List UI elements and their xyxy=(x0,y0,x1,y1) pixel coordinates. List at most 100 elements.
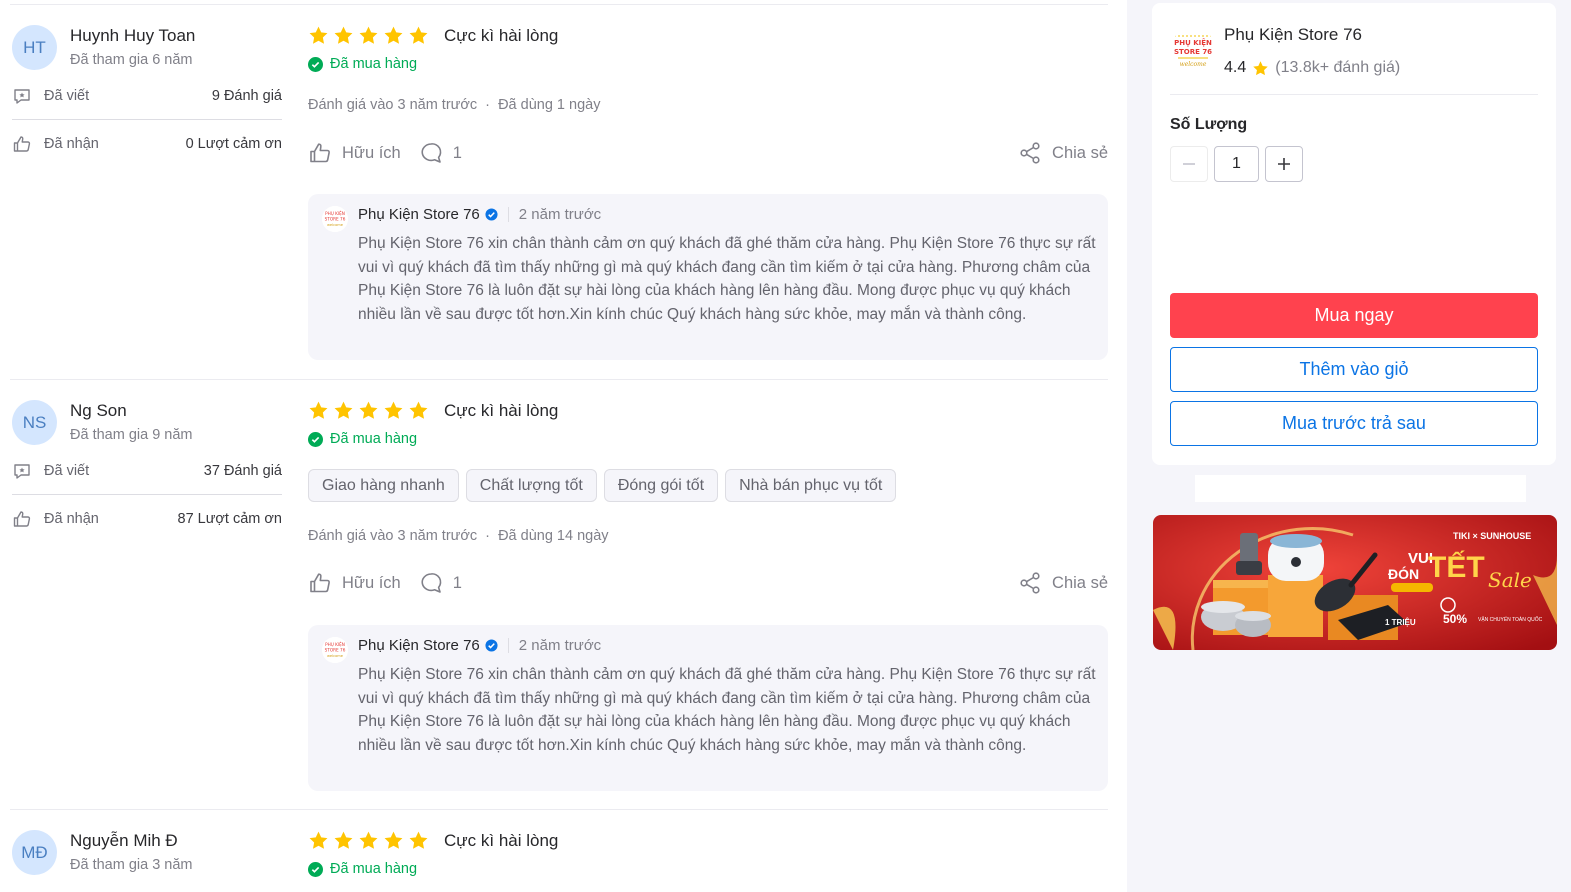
svg-text:PHỤ KIỆN: PHỤ KIỆN xyxy=(325,211,345,216)
received-stat: Đã nhận 0 Lượt cảm ơn xyxy=(12,133,282,155)
banner-ship: VẬN CHUYỂN TOÀN QUỐC xyxy=(1478,616,1543,623)
share-button[interactable]: Chia sẻ xyxy=(1018,571,1108,595)
reply-time: 2 năm trước xyxy=(518,206,602,223)
buy-now-pay-later-button[interactable]: Mua trước trả sau xyxy=(1170,401,1538,446)
buy-now-button[interactable]: Mua ngay xyxy=(1170,293,1538,338)
star-icon xyxy=(359,401,378,419)
logo-text: welcome xyxy=(1180,61,1207,68)
share-icon xyxy=(1020,142,1040,164)
divider xyxy=(12,494,282,495)
reviewer-joined: Đã tham gia 3 năm xyxy=(70,857,193,873)
star-icon xyxy=(384,831,403,849)
helpful-button[interactable]: Hữu ích xyxy=(308,141,401,165)
divider xyxy=(1170,94,1538,95)
star-icon xyxy=(309,26,328,44)
helpful-label: Hữu ích xyxy=(342,143,401,162)
purchased-badge: Đã mua hàng xyxy=(308,861,417,877)
rating-stars xyxy=(308,400,429,421)
review-written-icon xyxy=(12,461,32,481)
review-written-icon xyxy=(12,86,32,106)
written-label: Đã viết xyxy=(44,463,90,479)
comment-button[interactable]: 1 xyxy=(419,571,462,595)
written-stat: Đã viết 37 Đánh giá xyxy=(12,460,282,482)
seller-card: PHỤ KIỆN STORE 76 welcome Phụ Kiện Store… xyxy=(1152,3,1556,465)
star-icon xyxy=(334,26,353,44)
reply-text: Phụ Kiện Store 76 xin chân thành cảm ơn … xyxy=(358,666,1096,754)
divider xyxy=(10,4,1108,5)
share-label: Chia sẻ xyxy=(1052,573,1108,592)
review-actions: Hữu ích 1 Chia sẻ xyxy=(308,139,1108,167)
svg-text:STORE 76: STORE 76 xyxy=(325,217,346,222)
reviewer-joined: Đã tham gia 9 năm xyxy=(70,427,193,443)
banner-brand: TIKI × SUNHOUSE xyxy=(1453,531,1531,541)
decrease-button[interactable] xyxy=(1170,146,1208,182)
share-icon xyxy=(1020,572,1040,594)
divider xyxy=(12,119,282,120)
rating-stars xyxy=(308,25,429,46)
written-value: 37 Đánh giá xyxy=(203,463,282,479)
review-title: Cực kì hài lòng xyxy=(444,831,559,850)
purchased-badge: Đã mua hàng xyxy=(308,56,417,72)
received-label: Đã nhận xyxy=(44,136,99,152)
purchased-label: Đã mua hàng xyxy=(330,431,418,447)
avatar: HT xyxy=(12,25,57,70)
helpful-button[interactable]: Hữu ích xyxy=(308,571,401,595)
avatar: MĐ xyxy=(12,830,57,875)
add-to-cart-button[interactable]: Thêm vào giỏ xyxy=(1170,347,1538,392)
star-icon xyxy=(309,831,328,849)
quantity-label: Số Lượng xyxy=(1170,116,1248,133)
thumbs-up-icon xyxy=(310,143,330,163)
seller-name[interactable]: Phụ Kiện Store 76 xyxy=(1224,25,1362,45)
quantity-stepper: 1 xyxy=(1170,146,1303,182)
review-title: Cực kì hài lòng xyxy=(444,26,559,45)
share-button[interactable]: Chia sẻ xyxy=(1018,141,1108,165)
reviewer-name: Huynh Huy Toan xyxy=(70,26,196,45)
rating-stars xyxy=(308,830,429,851)
shop-name: Phụ Kiện Store 76 xyxy=(358,637,480,654)
promo-banner[interactable]: TIKI × SUNHOUSE VUI ĐÓN TẾT Sale 1 TRIỆU… xyxy=(1153,515,1557,650)
logo-text: STORE 76 xyxy=(1174,48,1212,56)
reviewer-name: Ng Son xyxy=(70,401,127,420)
banner-sale: Sale xyxy=(1488,568,1532,592)
verified-icon xyxy=(485,639,498,652)
shop-logo: PHỤ KIỆN STORE 76 welcome xyxy=(322,206,348,232)
star-icon xyxy=(334,831,353,849)
check-icon xyxy=(308,431,323,447)
received-stat: Đã nhận 87 Lượt cảm ơn xyxy=(12,508,282,530)
banner-tet: TẾT xyxy=(1428,550,1485,584)
shop-logo[interactable]: PHỤ KIỆN STORE 76 welcome xyxy=(1170,28,1216,74)
minus-icon xyxy=(1183,163,1195,165)
divider xyxy=(507,207,509,222)
comment-icon xyxy=(421,143,442,163)
seller-rating: 4.4 (13.8k+ đánh giá) xyxy=(1224,59,1400,77)
review-item: HT Huynh Huy Toan Đã tham gia 6 năm Đã v… xyxy=(10,4,1108,380)
comment-button[interactable]: 1 xyxy=(419,141,462,165)
review-tag: Giao hàng nhanh xyxy=(308,469,459,502)
check-icon xyxy=(308,861,323,877)
reply-header: Phụ Kiện Store 76 2 năm trước xyxy=(358,637,601,654)
share-label: Chia sẻ xyxy=(1052,143,1108,162)
purchase-sidebar: PHỤ KIỆN STORE 76 welcome Phụ Kiện Store… xyxy=(1127,0,1571,892)
divider xyxy=(507,638,509,653)
comment-count: 1 xyxy=(452,143,462,162)
quantity-input[interactable]: 1 xyxy=(1214,146,1259,182)
svg-text:PHỤ KIỆN: PHỤ KIỆN xyxy=(325,642,345,647)
review-title: Cực kì hài lòng xyxy=(444,401,559,420)
increase-button[interactable] xyxy=(1265,146,1303,182)
banner-promo: 1 TRIỆU xyxy=(1385,618,1416,627)
seller-reply: PHỤ KIỆN STORE 76 welcome Phụ Kiện Store 7… xyxy=(308,194,1108,360)
star-icon xyxy=(1253,60,1268,75)
verified-icon xyxy=(485,208,498,221)
received-label: Đã nhận xyxy=(44,511,99,527)
helpful-label: Hữu ích xyxy=(342,573,401,592)
star-icon xyxy=(359,26,378,44)
star-icon xyxy=(384,401,403,419)
rating-value: 4.4 xyxy=(1224,59,1247,76)
star-icon xyxy=(409,26,428,44)
comment-count: 1 xyxy=(452,573,462,592)
avatar: NS xyxy=(12,400,57,445)
received-value: 0 Lượt cảm ơn xyxy=(185,136,282,152)
review-item: MĐ Nguyễn Mih Đ Đã tham gia 3 năm Cực kì… xyxy=(10,809,1108,892)
seller-reply: PHỤ KIỆN STORE 76 welcome Phụ Kiện Store 7… xyxy=(308,625,1108,791)
thumbs-up-icon xyxy=(12,134,32,154)
